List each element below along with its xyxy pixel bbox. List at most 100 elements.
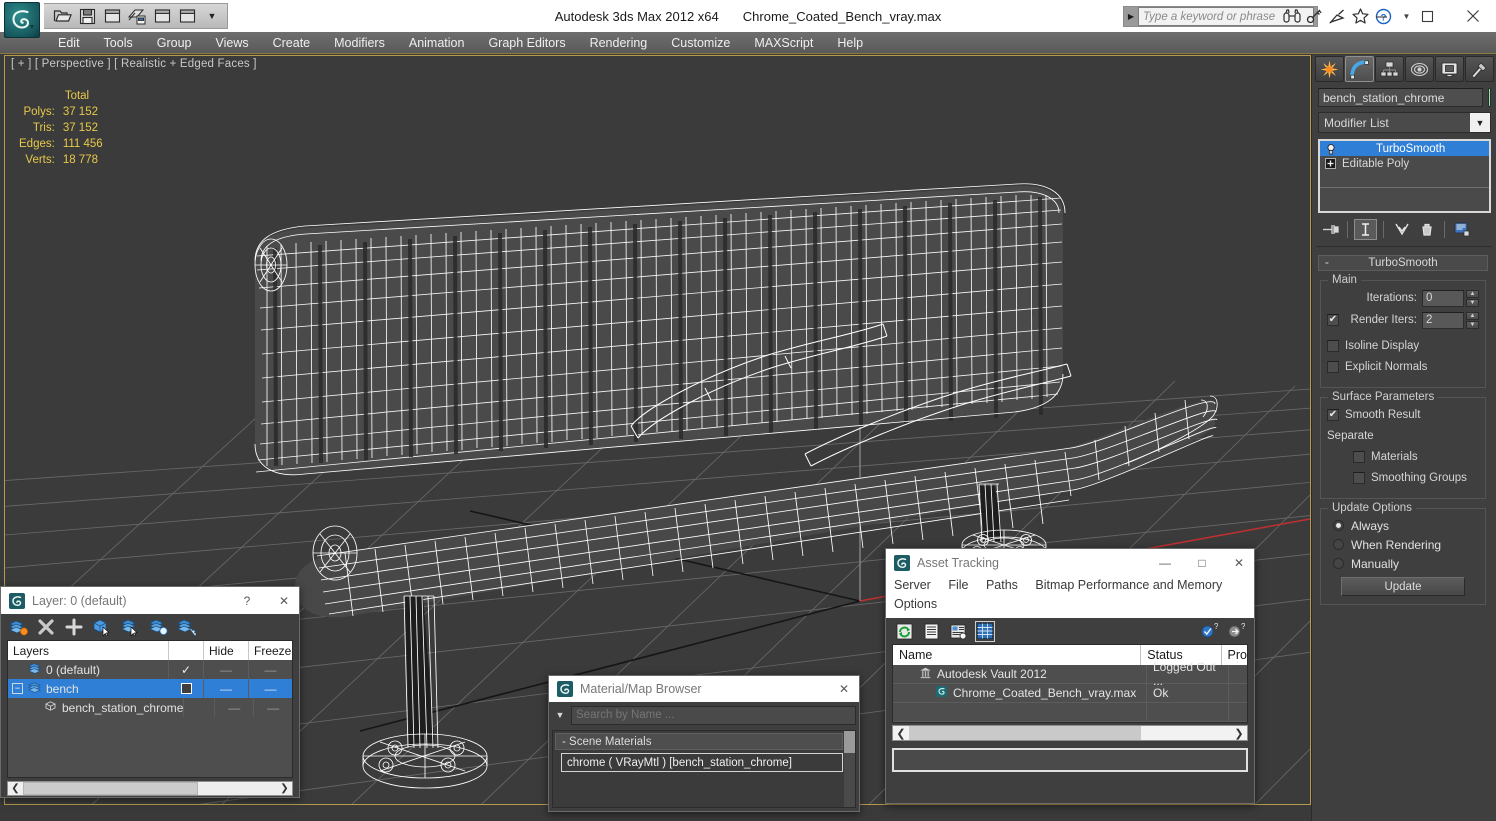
layer-dialog-titlebar[interactable]: Layer: 0 (default) ? ✕: [1, 587, 299, 614]
layer-row-object[interactable]: bench_station_chrome — —: [8, 698, 292, 717]
hierarchy-tab[interactable]: [1375, 56, 1404, 82]
menu-item-bitmap-performance[interactable]: Bitmap Performance and Memory: [1035, 578, 1222, 592]
refresh-icon[interactable]: [894, 621, 914, 642]
set-current-layer-icon[interactable]: [147, 616, 169, 638]
search-dropdown-icon[interactable]: ▶: [1124, 7, 1138, 26]
material-vertical-scrollbar[interactable]: [844, 731, 855, 807]
layer-close-button[interactable]: ✕: [269, 587, 299, 615]
layer-freeze-toggle[interactable]: —: [254, 698, 292, 717]
highlight-layer-icon[interactable]: [119, 616, 141, 638]
chevron-down-icon[interactable]: ▼: [1470, 113, 1490, 132]
iterations-input[interactable]: [1422, 289, 1464, 307]
layer-hide-toggle[interactable]: —: [215, 698, 255, 717]
asset-row-maxfile[interactable]: Chrome_Coated_Bench_vray.max Ok: [893, 684, 1247, 703]
satellite-dish-icon[interactable]: [1328, 6, 1347, 26]
add-selection-icon[interactable]: [63, 616, 85, 638]
configure-modifier-sets-icon[interactable]: [1451, 219, 1474, 240]
remove-modifier-icon[interactable]: [1415, 219, 1438, 240]
menu-item-group[interactable]: Group: [145, 32, 204, 54]
create-new-layer-icon[interactable]: [7, 616, 29, 638]
layer-row-bench[interactable]: − bench — —: [8, 679, 292, 698]
material-search-input[interactable]: [571, 705, 856, 725]
menu-item-server[interactable]: Server: [894, 578, 931, 592]
modifier-stack-item-turbosmooth[interactable]: TurboSmooth: [1320, 141, 1489, 156]
render-iters-checkbox[interactable]: ✔: [1327, 314, 1339, 326]
modifier-stack-item-editable-poly[interactable]: Editable Poly: [1320, 156, 1489, 171]
menu-item-modifiers[interactable]: Modifiers: [322, 32, 397, 54]
radio-when-rendering[interactable]: [1333, 539, 1344, 550]
object-name-field[interactable]: [1318, 88, 1483, 107]
menu-item-create[interactable]: Create: [261, 32, 323, 54]
menu-item-paths[interactable]: Paths: [986, 578, 1018, 592]
menu-item-customize[interactable]: Customize: [659, 32, 742, 54]
application-menu-button[interactable]: [4, 2, 40, 38]
asset-close-button[interactable]: ✕: [1224, 549, 1254, 577]
radio-manually[interactable]: [1333, 558, 1344, 569]
motion-tab[interactable]: [1405, 56, 1434, 82]
material-list[interactable]: - Scene Materials chrome ( VRayMtl ) [be…: [552, 730, 856, 808]
render-iters-arrows[interactable]: ▲ ▼: [1466, 311, 1479, 329]
layer-current-cell[interactable]: [184, 698, 216, 717]
rollout-header-turbosmooth[interactable]: - TurboSmooth: [1318, 255, 1488, 271]
customize-qat-icon[interactable]: ▼: [202, 6, 222, 26]
modifier-list-dropdown[interactable]: Modifier List ▼: [1318, 112, 1491, 133]
asset-maximize-button[interactable]: □: [1187, 549, 1217, 577]
key-icon[interactable]: [1305, 6, 1324, 26]
asset-column-name[interactable]: Name: [893, 645, 1142, 665]
material-browser-titlebar[interactable]: Material/Map Browser ✕: [549, 676, 859, 702]
iterations-spinner[interactable]: ▲ ▼: [1422, 289, 1479, 307]
search-options-icon[interactable]: ▼: [552, 705, 568, 725]
layer-freeze-toggle[interactable]: —: [249, 660, 292, 679]
rollout-collapse-icon[interactable]: -: [1325, 257, 1329, 269]
object-color-swatch[interactable]: [1488, 88, 1491, 107]
layer-hide-toggle[interactable]: —: [204, 679, 249, 698]
scrollbar-thumb[interactable]: [23, 782, 198, 795]
layer-row-default[interactable]: 0 (default) ✓ — —: [8, 660, 292, 679]
menu-item-views[interactable]: Views: [203, 32, 260, 54]
menu-item-file[interactable]: File: [948, 578, 968, 592]
utilities-tab[interactable]: [1465, 56, 1494, 82]
maximize-button[interactable]: [1404, 0, 1450, 32]
select-objects-icon[interactable]: [91, 616, 113, 638]
menu-item-animation[interactable]: Animation: [397, 32, 477, 54]
asset-tracking-titlebar[interactable]: Asset Tracking — □ ✕: [886, 549, 1254, 576]
minimize-button[interactable]: [1358, 0, 1404, 32]
menu-item-maxscript[interactable]: MAXScript: [742, 32, 825, 54]
pin-stack-icon[interactable]: [1318, 219, 1341, 240]
menu-item-graph-editors[interactable]: Graph Editors: [476, 32, 577, 54]
save-file-icon[interactable]: [77, 6, 97, 26]
update-option-manually[interactable]: Manually: [1327, 555, 1479, 572]
create-tab[interactable]: [1315, 56, 1344, 82]
layer-current-check[interactable]: ✓: [169, 660, 204, 679]
asset-row-vault[interactable]: Autodesk Vault 2012 Logged Out ...: [893, 660, 1247, 688]
smoothing-groups-checkbox[interactable]: [1353, 472, 1365, 484]
asset-horizontal-scrollbar[interactable]: ❮ ❯: [892, 725, 1248, 741]
redo-icon[interactable]: [127, 6, 147, 26]
materials-checkbox[interactable]: [1353, 451, 1365, 463]
menu-item-rendering[interactable]: Rendering: [578, 32, 660, 54]
undo-icon[interactable]: [102, 6, 122, 26]
layer-horizontal-scrollbar[interactable]: ❮ ❯: [7, 781, 293, 796]
update-button[interactable]: Update: [1341, 577, 1465, 596]
detail-view-icon[interactable]: [948, 621, 968, 642]
binoculars-icon[interactable]: [1282, 6, 1301, 26]
delete-layer-icon[interactable]: [35, 616, 57, 638]
menu-item-options[interactable]: Options: [894, 597, 937, 611]
make-unique-icon[interactable]: [1390, 219, 1413, 240]
menu-item-tools[interactable]: Tools: [92, 32, 145, 54]
spinner-down-icon[interactable]: ▼: [1466, 298, 1479, 307]
layer-properties-icon[interactable]: [175, 616, 197, 638]
menu-item-edit[interactable]: Edit: [46, 32, 92, 54]
layer-current-box[interactable]: [169, 679, 204, 698]
spinner-down-icon[interactable]: ▼: [1466, 320, 1479, 329]
layer-list[interactable]: Layers Hide Freeze 0 (default) ✓ — — − b…: [7, 640, 293, 778]
check-in-icon[interactable]: ?: [1199, 621, 1219, 642]
modifier-stack[interactable]: TurboSmooth Editable Poly: [1318, 139, 1491, 213]
spinner-up-icon[interactable]: ▲: [1466, 289, 1479, 298]
isoline-display-checkbox[interactable]: [1327, 340, 1339, 352]
reset-icon[interactable]: [177, 6, 197, 26]
viewport-label[interactable]: [ + ] [ Perspective ] [ Realistic + Edge…: [11, 58, 257, 70]
scrollbar-thumb[interactable]: [909, 726, 1141, 740]
scroll-left-icon[interactable]: ❮: [893, 726, 909, 740]
layer-hide-toggle[interactable]: —: [204, 660, 249, 679]
